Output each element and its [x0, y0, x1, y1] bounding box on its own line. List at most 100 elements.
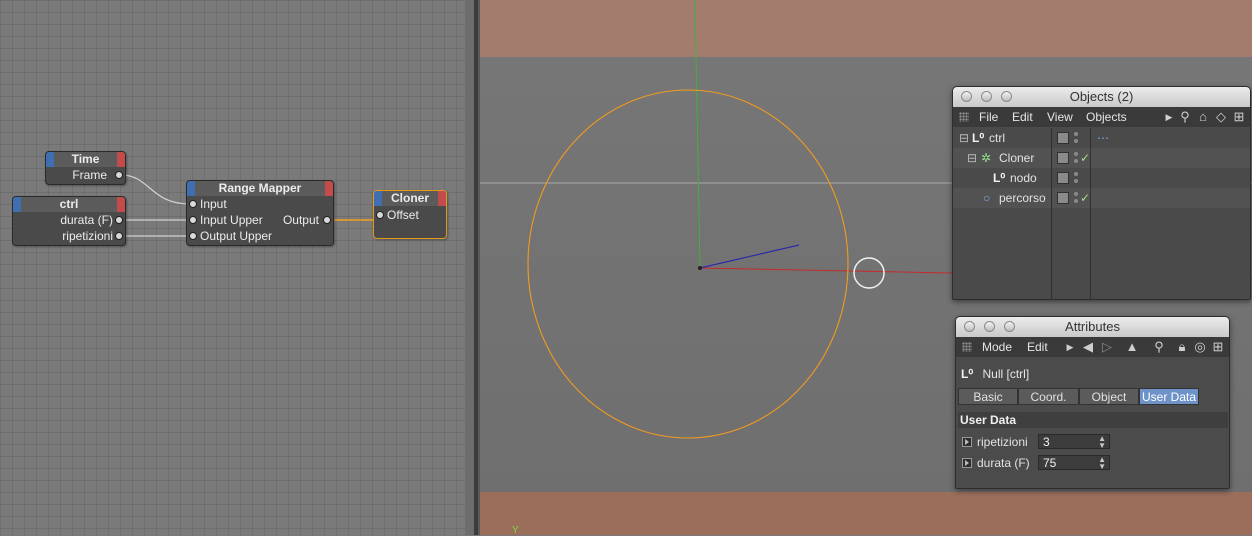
attributes-menubar: Mode Edit ▶ ◀ ▷ ▲ ⚲ 🔒︎ ◎ ⊞	[956, 337, 1229, 357]
menu-file[interactable]: File	[979, 107, 998, 127]
axis-y-label: Y	[512, 525, 519, 536]
range-mapper-input-port[interactable]	[189, 200, 197, 208]
forward-arrow-icon[interactable]: ▷	[1099, 339, 1115, 355]
xpresso-editor[interactable]: Time Frame ctrl durata (F) ripetizioni R…	[0, 0, 465, 535]
layer-icon[interactable]	[1057, 132, 1069, 144]
menu-objects[interactable]: Objects	[1086, 107, 1127, 127]
range-mapper-input-label: Input	[200, 197, 227, 211]
objects-window[interactable]: Objects (2) File Edit View Objects ▶ ⚲ ⌂…	[952, 86, 1251, 300]
durata-input[interactable]: 75 ▲ ▼	[1038, 455, 1110, 471]
attributes-title: Attributes	[1065, 319, 1120, 334]
up-arrow-icon[interactable]: ▲	[1124, 339, 1140, 355]
new-window-icon[interactable]: ⊞	[1210, 339, 1226, 355]
visibility-dots-icon[interactable]	[1074, 131, 1078, 145]
zoom-button[interactable]	[1001, 91, 1012, 102]
object-name: nodo	[1010, 171, 1037, 185]
time-node[interactable]: Time Frame	[45, 151, 126, 185]
tab-object[interactable]: Object	[1079, 388, 1139, 405]
layer-icon[interactable]	[1057, 192, 1069, 204]
minimize-button[interactable]	[984, 321, 995, 332]
range-mapper-node[interactable]: Range Mapper Input Input Upper Output Up…	[186, 180, 334, 246]
ctrl-ripetizioni-port[interactable]	[115, 232, 123, 240]
attribute-tabs: Basic Coord. Object User Data	[958, 388, 1227, 405]
eye-icon[interactable]: ◇	[1213, 109, 1229, 125]
range-mapper-output-port[interactable]	[323, 216, 331, 224]
object-label: Null [ctrl]	[982, 367, 1030, 381]
range-mapper-output-upper-label: Output Upper	[200, 229, 273, 243]
object-row-cloner[interactable]: ⊟ ✲ Cloner ✓	[953, 148, 1250, 168]
search-icon[interactable]: ⚲	[1177, 109, 1193, 125]
xpresso-tag-icon[interactable]: ⋯	[1097, 128, 1109, 148]
target-icon[interactable]: ◎	[1192, 339, 1208, 355]
visibility-dots-icon[interactable]	[1074, 191, 1078, 205]
object-name: percorso	[999, 191, 1046, 205]
ctrl-node[interactable]: ctrl durata (F) ripetizioni	[12, 196, 126, 246]
spinner-arrows-icon[interactable]: ▲ ▼	[1098, 456, 1106, 471]
cloner-offset-port[interactable]	[376, 211, 384, 219]
spinner-arrows-icon[interactable]: ▲ ▼	[1098, 435, 1106, 450]
ripetizioni-input[interactable]: 3 ▲ ▼	[1038, 434, 1110, 450]
visibility-dots-icon[interactable]	[1074, 151, 1078, 165]
expand-arrow-icon[interactable]: ▶	[1161, 109, 1177, 125]
search-icon[interactable]: ⚲	[1151, 339, 1167, 355]
attributes-window[interactable]: Attributes Mode Edit ▶ ◀ ▷ ▲ ⚲ 🔒︎ ◎ ⊞ L⁰…	[955, 316, 1230, 489]
ctrl-durata-port[interactable]	[115, 216, 123, 224]
back-arrow-icon[interactable]: ◀	[1080, 339, 1096, 355]
keyframe-toggle-icon[interactable]	[962, 437, 972, 447]
enabled-check-icon[interactable]: ✓	[1080, 148, 1090, 168]
grip-icon[interactable]	[962, 342, 972, 352]
wire-frame-input	[120, 174, 191, 205]
layer-icon[interactable]	[1057, 172, 1069, 184]
ctrl-node-title: ctrl	[13, 197, 125, 212]
enabled-check-icon[interactable]: ✓	[1080, 188, 1090, 208]
object-row-percorso[interactable]: ○ percorso ✓	[953, 188, 1250, 208]
expand-arrow-icon[interactable]: ▶	[1062, 339, 1078, 355]
zoom-button[interactable]	[1004, 321, 1015, 332]
time-node-title: Time	[46, 152, 125, 167]
keyframe-toggle-icon[interactable]	[962, 458, 972, 468]
xpresso-wires	[120, 174, 378, 237]
panel-splitter[interactable]	[465, 0, 480, 535]
tab-coord[interactable]: Coord.	[1018, 388, 1079, 405]
grip-icon[interactable]	[959, 112, 969, 122]
cloner-offset-label: Offset	[387, 208, 419, 222]
field-label: durata (F)	[977, 456, 1030, 470]
tab-user-data[interactable]: User Data	[1139, 388, 1199, 405]
null-icon: L⁰	[961, 367, 974, 381]
range-mapper-output-upper-port[interactable]	[189, 232, 197, 240]
field-row-ripetizioni: ripetizioni 3 ▲ ▼	[956, 432, 1229, 452]
time-frame-port[interactable]	[115, 171, 123, 179]
home-icon[interactable]: ⌂	[1195, 109, 1211, 125]
user-data-section-title: User Data	[958, 412, 1228, 428]
lock-icon[interactable]: 🔒︎	[1174, 339, 1190, 355]
tab-basic[interactable]: Basic	[958, 388, 1018, 405]
column-divider	[1090, 128, 1091, 299]
null-icon: L⁰	[972, 131, 985, 145]
object-row-ctrl[interactable]: ⊟ L⁰ ctrl ⋯	[953, 128, 1250, 148]
menu-view[interactable]: View	[1047, 107, 1073, 127]
visibility-dots-icon[interactable]	[1074, 171, 1078, 185]
objects-title: Objects (2)	[1069, 89, 1134, 104]
close-button[interactable]	[961, 91, 972, 102]
objects-titlebar[interactable]: Objects (2)	[953, 87, 1250, 107]
object-list: ⊟ L⁰ ctrl ⋯ ⊟ ✲ Cloner ✓ L⁰ nodo ○ perco…	[953, 128, 1250, 299]
close-button[interactable]	[964, 321, 975, 332]
mouse-cursor-circle	[853, 257, 885, 289]
collapse-icon[interactable]: ⊟	[959, 128, 969, 148]
range-mapper-input-upper-port[interactable]	[189, 216, 197, 224]
y-axis-line	[694, 0, 701, 269]
objects-menubar: File Edit View Objects ▶ ⚲ ⌂ ◇ ⊞	[953, 107, 1250, 127]
object-header: L⁰ Null [ctrl]	[961, 364, 1029, 384]
menu-mode[interactable]: Mode	[982, 337, 1012, 357]
minimize-button[interactable]	[981, 91, 992, 102]
object-row-nodo[interactable]: L⁰ nodo	[953, 168, 1250, 188]
menu-edit[interactable]: Edit	[1027, 337, 1048, 357]
collapse-icon[interactable]: ⊟	[967, 148, 977, 168]
object-origin	[698, 266, 702, 270]
layer-icon[interactable]	[1057, 152, 1069, 164]
new-window-icon[interactable]: ⊞	[1231, 109, 1247, 125]
cloner-node[interactable]: Cloner Offset	[373, 190, 447, 239]
menu-edit[interactable]: Edit	[1012, 107, 1033, 127]
z-axis-line	[699, 244, 800, 269]
attributes-titlebar[interactable]: Attributes	[956, 317, 1229, 337]
